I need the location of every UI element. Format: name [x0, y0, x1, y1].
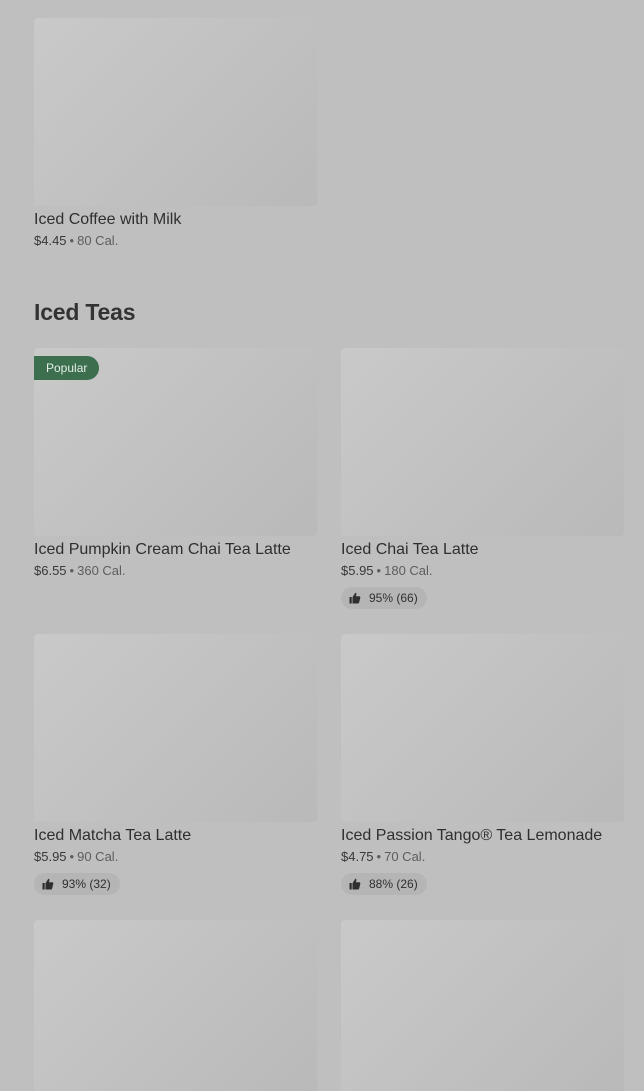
rating-text: 93% (32) — [62, 877, 111, 891]
menu-item-title: Iced Passion Tango® Tea Lemonade — [341, 827, 603, 844]
menu-item-image[interactable] — [34, 18, 317, 206]
thumbs-up-icon — [42, 878, 54, 890]
meta-separator: • — [69, 849, 75, 864]
menu-item-image[interactable]: Popular — [34, 348, 317, 536]
meta-separator: • — [376, 849, 382, 864]
rating-pill: 95% (66) — [341, 587, 427, 609]
menu-item-card[interactable]: Iced Passion Tango® Tea Lemonade $4.75 • 7… — [341, 634, 624, 895]
menu-page: Iced Coffee with Milk $4.45 • 80 Cal. Iced… — [0, 0, 644, 1091]
menu-item-price: $5.95 — [34, 849, 67, 864]
menu-item-meta: $4.75 • 70 Cal. — [341, 849, 624, 865]
section-title: Iced Teas — [34, 299, 136, 325]
rating-pill: 88% (26) — [341, 873, 427, 895]
menu-item-calories: 90 Cal. — [77, 849, 119, 864]
menu-item-price: $4.75 — [341, 849, 374, 864]
menu-item-image[interactable] — [341, 920, 624, 1091]
menu-item-price: $5.95 — [341, 563, 374, 578]
menu-item-card[interactable] — [341, 920, 624, 1091]
menu-item-meta: $4.45 • 80 Cal. — [34, 233, 317, 249]
menu-item-card[interactable]: Iced Matcha Tea Latte $5.95 • 90 Cal. 93% … — [34, 634, 317, 895]
rating-text: 88% (26) — [369, 877, 418, 891]
menu-item-calories: 180 Cal. — [384, 563, 433, 578]
menu-item-price: $6.55 — [34, 563, 67, 578]
menu-item-title: Iced Matcha Tea Latte — [34, 827, 192, 844]
menu-item-card[interactable]: Iced Coffee with Milk $4.45 • 80 Cal. — [34, 18, 317, 249]
menu-item-image[interactable] — [34, 920, 317, 1091]
menu-item-calories: 70 Cal. — [384, 849, 426, 864]
menu-item-card[interactable]: Iced Chai Tea Latte $5.95 • 180 Cal. 95% (… — [341, 348, 624, 609]
menu-item-title: Iced Pumpkin Cream Chai Tea Latte — [34, 541, 291, 558]
menu-item-meta: $5.95 • 180 Cal. — [341, 563, 624, 579]
menu-item-price: $4.45 — [34, 233, 67, 248]
popular-badge: Popular — [34, 356, 100, 380]
meta-separator: • — [69, 563, 75, 578]
menu-item-title: Iced Chai Tea Latte — [341, 541, 479, 558]
menu-item-card[interactable] — [34, 920, 317, 1091]
thumbs-up-icon — [349, 592, 361, 604]
menu-item-title: Iced Coffee with Milk — [34, 211, 182, 228]
meta-separator: • — [69, 233, 75, 248]
rating-text: 95% (66) — [369, 591, 418, 605]
menu-item-meta: $6.55 • 360 Cal. — [34, 563, 317, 579]
menu-item-meta: $5.95 • 90 Cal. — [34, 849, 317, 865]
thumbs-up-icon — [349, 878, 361, 890]
menu-item-calories: 360 Cal. — [77, 563, 126, 578]
menu-item-image[interactable] — [34, 634, 317, 822]
menu-item-calories: 80 Cal. — [77, 233, 119, 248]
meta-separator: • — [376, 563, 382, 578]
menu-item-image[interactable] — [341, 634, 624, 822]
menu-item-image[interactable] — [341, 348, 624, 536]
menu-item-card[interactable]: Popular Iced Pumpkin Cream Chai Tea Latt… — [34, 348, 317, 579]
rating-pill: 93% (32) — [34, 873, 120, 895]
